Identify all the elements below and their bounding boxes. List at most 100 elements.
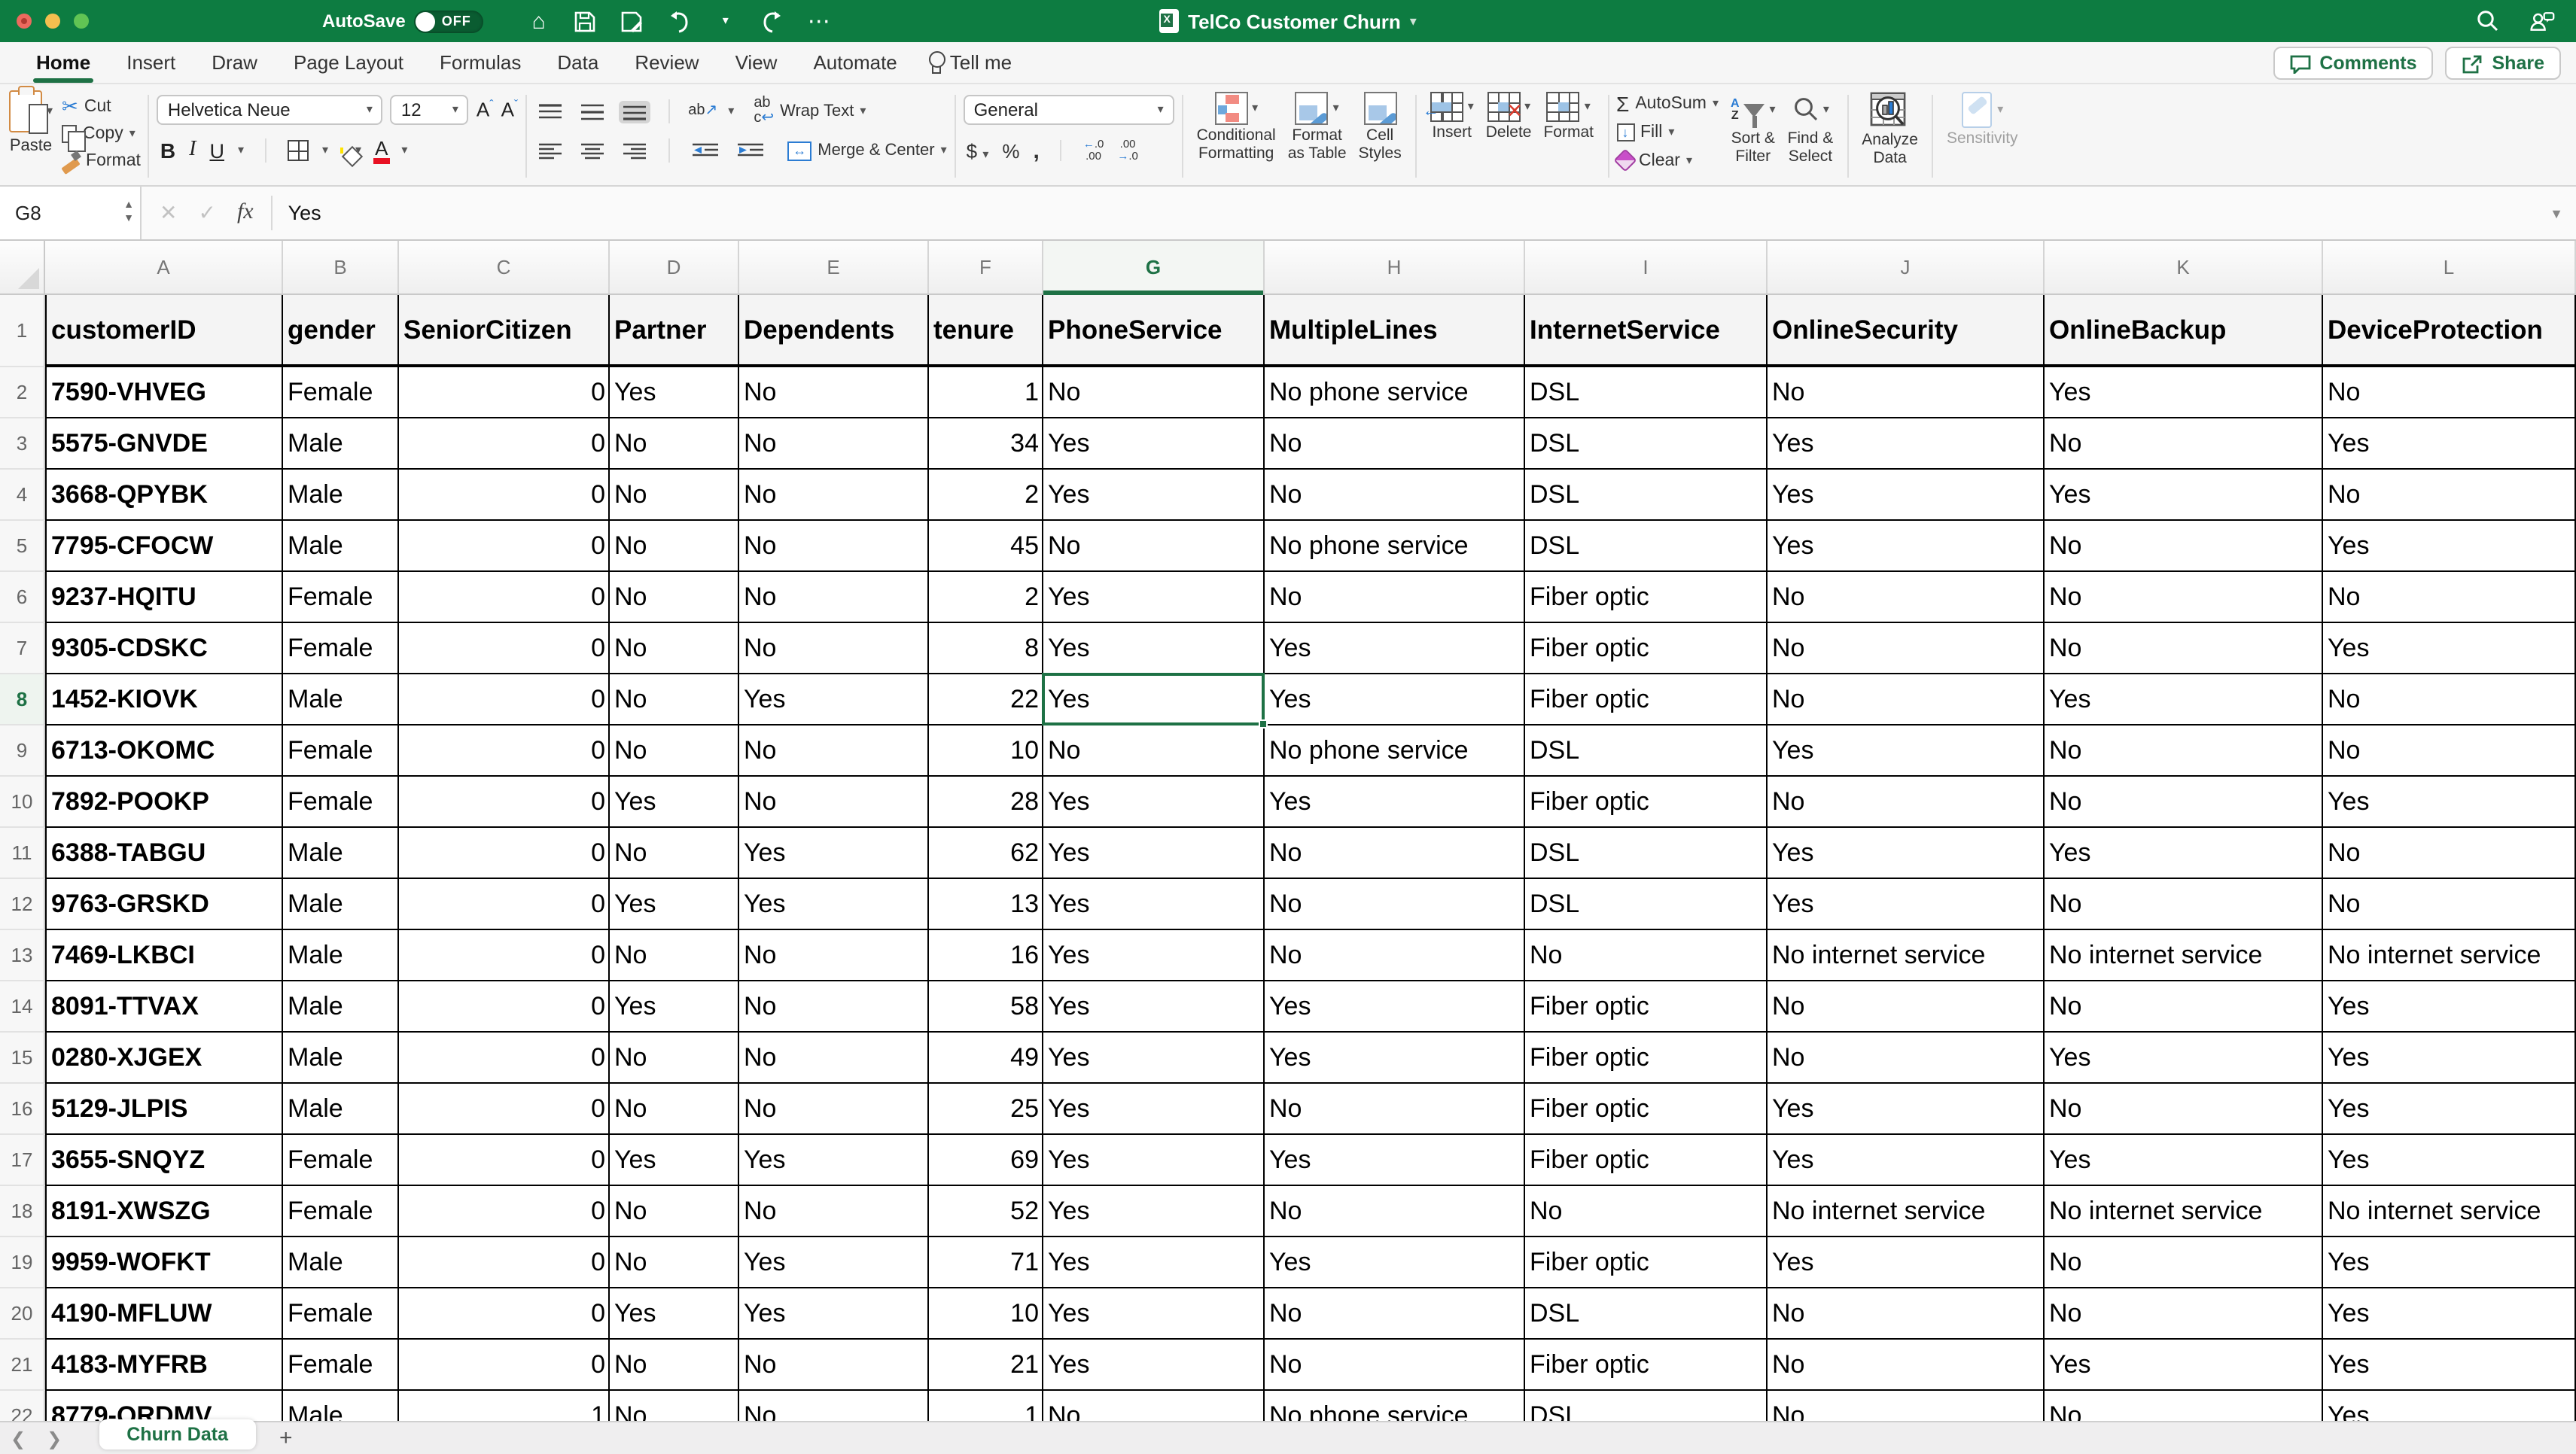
next-sheet-icon[interactable]: ❯ xyxy=(36,1428,72,1449)
cell-D17[interactable]: Yes xyxy=(610,1135,739,1186)
cell-A13[interactable]: 7469-LKBCI xyxy=(45,930,283,981)
cell-F13[interactable]: 16 xyxy=(929,930,1043,981)
row-header-21[interactable]: 21 xyxy=(0,1340,45,1391)
cell-H7[interactable]: Yes xyxy=(1265,623,1525,674)
tab-draw[interactable]: Draw xyxy=(193,42,276,83)
cell-J2[interactable]: No xyxy=(1768,367,2045,418)
align-top-button[interactable] xyxy=(534,100,566,123)
cell-G13[interactable]: Yes xyxy=(1043,930,1265,981)
wrap-text-chevron-icon[interactable]: ▾ xyxy=(860,105,866,117)
cell-H20[interactable]: No xyxy=(1265,1288,1525,1340)
sheet-tab-churn-data[interactable]: Churn Data xyxy=(99,1419,255,1449)
cell-I10[interactable]: Fiber optic xyxy=(1525,777,1768,828)
cell-H4[interactable]: No xyxy=(1265,470,1525,521)
cell-B13[interactable]: Male xyxy=(283,930,399,981)
cell-J21[interactable]: No xyxy=(1768,1340,2045,1391)
cell-D18[interactable]: No xyxy=(610,1186,739,1237)
cell-E5[interactable]: No xyxy=(739,521,929,572)
cell-C5[interactable]: 0 xyxy=(399,521,610,572)
column-header-G[interactable]: G xyxy=(1043,241,1265,294)
cell-I19[interactable]: Fiber optic xyxy=(1525,1237,1768,1288)
cell-B12[interactable]: Male xyxy=(283,879,399,930)
cell-H1[interactable]: MultipleLines xyxy=(1265,295,1525,367)
cell-B15[interactable]: Male xyxy=(283,1033,399,1084)
cell-H3[interactable]: No xyxy=(1265,418,1525,470)
cell-B16[interactable]: Male xyxy=(283,1084,399,1135)
cell-A3[interactable]: 5575-GNVDE xyxy=(45,418,283,470)
cell-D4[interactable]: No xyxy=(610,470,739,521)
format-painter-button[interactable]: Format xyxy=(62,150,141,172)
cell-B7[interactable]: Female xyxy=(283,623,399,674)
insert-cells-button[interactable]: ← ▾ Insert xyxy=(1424,90,1480,144)
cell-I22[interactable]: DSL xyxy=(1525,1391,1768,1421)
cell-L5[interactable]: Yes xyxy=(2323,521,2576,572)
row-header-10[interactable]: 10 xyxy=(0,777,45,828)
cell-H6[interactable]: No xyxy=(1265,572,1525,623)
copy-button[interactable]: Copy▾ xyxy=(62,123,141,145)
row-header-5[interactable]: 5 xyxy=(0,521,45,572)
cell-F22[interactable]: 1 xyxy=(929,1391,1043,1421)
cell-I17[interactable]: Fiber optic xyxy=(1525,1135,1768,1186)
cell-A21[interactable]: 4183-MYFRB xyxy=(45,1340,283,1391)
cell-G3[interactable]: Yes xyxy=(1043,418,1265,470)
analyze-data-button[interactable]: AnalyzeData xyxy=(1856,90,1924,182)
cell-I2[interactable]: DSL xyxy=(1525,367,1768,418)
cell-H14[interactable]: Yes xyxy=(1265,981,1525,1033)
cell-F3[interactable]: 34 xyxy=(929,418,1043,470)
cell-I1[interactable]: InternetService xyxy=(1525,295,1768,367)
borders-button[interactable] xyxy=(288,140,309,161)
formula-bar-expand-icon[interactable]: ▼ xyxy=(2537,187,2576,239)
cell-G20[interactable]: Yes xyxy=(1043,1288,1265,1340)
autosum-button[interactable]: ΣAutoSum▾ xyxy=(1616,90,1719,116)
cell-G19[interactable]: Yes xyxy=(1043,1237,1265,1288)
cell-H9[interactable]: No phone service xyxy=(1265,725,1525,777)
cell-J10[interactable]: No xyxy=(1768,777,2045,828)
cell-J22[interactable]: No xyxy=(1768,1391,2045,1421)
cell-C15[interactable]: 0 xyxy=(399,1033,610,1084)
cell-F14[interactable]: 58 xyxy=(929,981,1043,1033)
cell-D1[interactable]: Partner xyxy=(610,295,739,367)
cell-A1[interactable]: customerID xyxy=(45,295,283,367)
cell-I3[interactable]: DSL xyxy=(1525,418,1768,470)
cell-K10[interactable]: No xyxy=(2045,777,2323,828)
cell-G5[interactable]: No xyxy=(1043,521,1265,572)
column-header-C[interactable]: C xyxy=(399,241,610,294)
cell-J9[interactable]: Yes xyxy=(1768,725,2045,777)
cell-E18[interactable]: No xyxy=(739,1186,929,1237)
cell-E12[interactable]: Yes xyxy=(739,879,929,930)
cell-J7[interactable]: No xyxy=(1768,623,2045,674)
cell-G4[interactable]: Yes xyxy=(1043,470,1265,521)
cell-B14[interactable]: Male xyxy=(283,981,399,1033)
row-header-19[interactable]: 19 xyxy=(0,1237,45,1288)
cell-L13[interactable]: No internet service xyxy=(2323,930,2576,981)
percent-button[interactable]: % xyxy=(1002,139,1019,162)
increase-decimal-button[interactable]: .00→.0 xyxy=(1117,138,1138,163)
formula-input[interactable]: Yes xyxy=(273,187,2537,239)
cell-F4[interactable]: 2 xyxy=(929,470,1043,521)
row-header-20[interactable]: 20 xyxy=(0,1288,45,1340)
column-header-D[interactable]: D xyxy=(610,241,739,294)
cell-H21[interactable]: No xyxy=(1265,1340,1525,1391)
italic-button[interactable]: I xyxy=(189,138,196,163)
cell-D10[interactable]: Yes xyxy=(610,777,739,828)
cell-H8[interactable]: Yes xyxy=(1265,674,1525,725)
wrap-text-button[interactable]: abc↩ Wrap Text ▾ xyxy=(754,96,866,126)
cell-G18[interactable]: Yes xyxy=(1043,1186,1265,1237)
more-commands-icon[interactable]: ⋯ xyxy=(806,8,832,34)
row-header-7[interactable]: 7 xyxy=(0,623,45,674)
cell-I8[interactable]: Fiber optic xyxy=(1525,674,1768,725)
row-header-15[interactable]: 15 xyxy=(0,1033,45,1084)
cell-H17[interactable]: Yes xyxy=(1265,1135,1525,1186)
cell-L15[interactable]: Yes xyxy=(2323,1033,2576,1084)
cell-E22[interactable]: No xyxy=(739,1391,929,1421)
row-header-8[interactable]: 8 xyxy=(0,674,45,725)
cell-B18[interactable]: Female xyxy=(283,1186,399,1237)
column-header-J[interactable]: J xyxy=(1768,241,2045,294)
row-header-22[interactable]: 22 xyxy=(0,1391,45,1421)
number-format-select[interactable]: General▾ xyxy=(964,95,1174,125)
cell-I12[interactable]: DSL xyxy=(1525,879,1768,930)
cell-J19[interactable]: Yes xyxy=(1768,1237,2045,1288)
cell-J16[interactable]: Yes xyxy=(1768,1084,2045,1135)
cell-L14[interactable]: Yes xyxy=(2323,981,2576,1033)
insert-function-icon[interactable]: fx xyxy=(237,200,254,226)
